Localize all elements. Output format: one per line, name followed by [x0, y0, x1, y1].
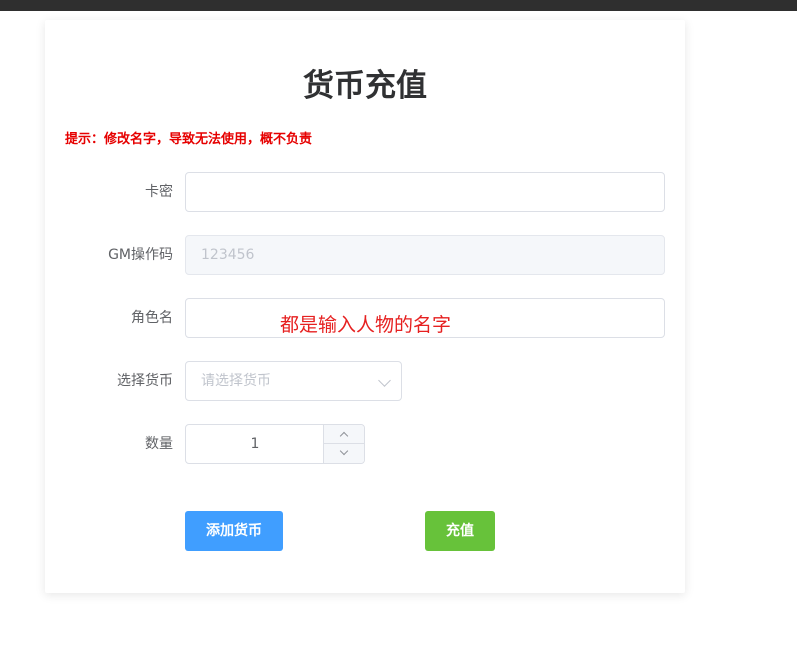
currency-select-placeholder: 请选择货币	[201, 373, 271, 389]
gm-code-input	[185, 235, 665, 275]
recharge-form-card: 货币充值 提示：修改名字，导致无法使用，概不负责 卡密 GM操作码 角色名 都是…	[45, 20, 685, 593]
quantity-label: 数量	[145, 436, 173, 452]
decrease-button[interactable]	[324, 444, 364, 463]
currency-select[interactable]: 请选择货币	[185, 361, 402, 401]
browser-top-bar	[0, 0, 797, 11]
quantity-stepper[interactable]: 1	[185, 424, 365, 464]
chevron-down-icon	[378, 374, 391, 387]
warning-tip: 提示：修改名字，导致无法使用，概不负责	[65, 132, 313, 147]
chevron-down-icon	[339, 446, 349, 456]
stepper-buttons	[323, 425, 364, 463]
role-name-label: 角色名	[131, 310, 173, 326]
page-title: 货币充值	[303, 68, 427, 104]
card-key-input[interactable]	[185, 172, 665, 212]
chevron-up-icon	[339, 431, 349, 441]
role-name-annotation: 都是输入人物的名字	[280, 314, 452, 336]
increase-button[interactable]	[324, 425, 364, 444]
add-currency-button[interactable]: 添加货币	[185, 511, 283, 551]
gm-code-label: GM操作码	[108, 247, 173, 263]
recharge-button[interactable]: 充值	[425, 511, 495, 551]
currency-label: 选择货币	[117, 373, 173, 389]
quantity-value[interactable]: 1	[186, 425, 324, 463]
card-key-label: 卡密	[145, 184, 173, 200]
